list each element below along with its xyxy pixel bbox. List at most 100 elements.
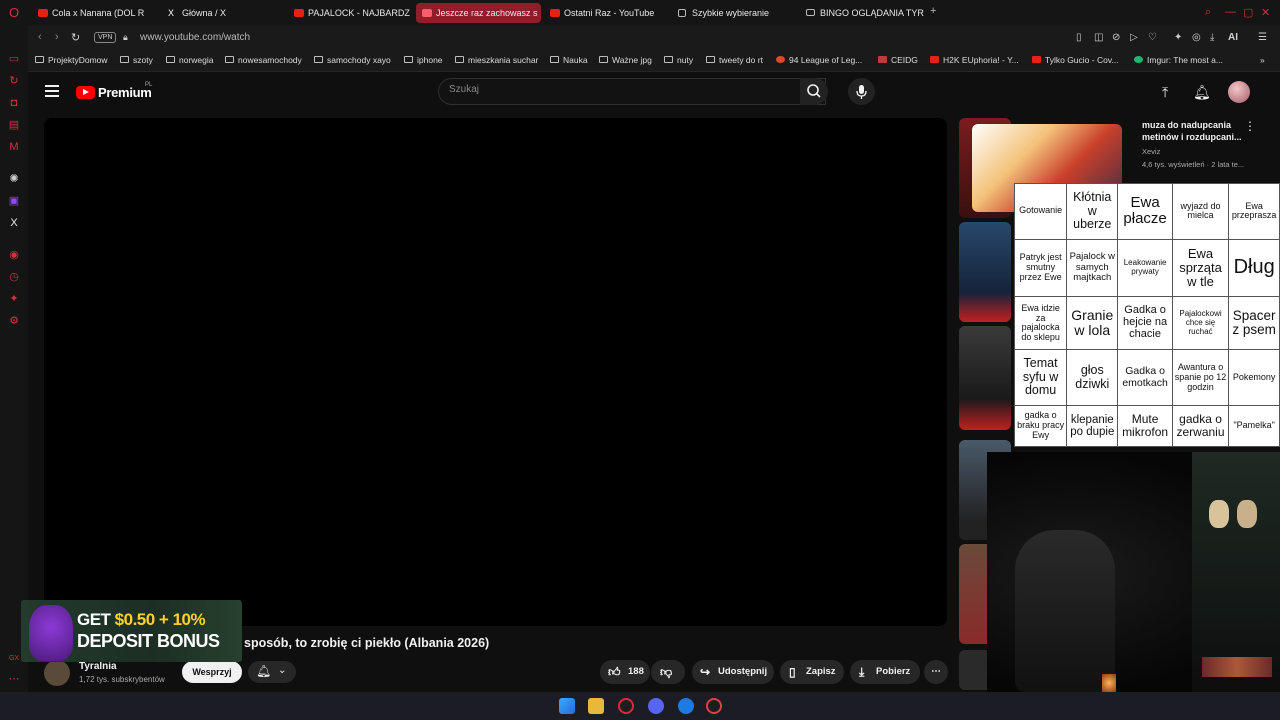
minimize-icon[interactable]: —: [1225, 6, 1236, 18]
tab-bingo[interactable]: BINGO OGLĄDANIA TYRA: [800, 3, 924, 23]
tab-cola-nanana[interactable]: Cola x Nanana (DOL R: [32, 3, 156, 23]
search-tabs-icon[interactable]: ⌕: [1205, 6, 1211, 19]
sidebar-more-icon[interactable]: ⋯: [7, 672, 21, 686]
back-icon[interactable]: ‹: [38, 31, 42, 43]
recommendation-channel[interactable]: Xeviz: [1142, 147, 1160, 156]
video-player[interactable]: [44, 118, 947, 626]
bookmark-nauka[interactable]: Nauka: [550, 55, 588, 65]
bingo-cell: Pajalockowi chce się ruchać: [1171, 296, 1230, 351]
recommendation-thumbnail[interactable]: [959, 326, 1011, 430]
reload-icon[interactable]: ↻: [71, 31, 80, 44]
new-tab-icon[interactable]: +: [930, 5, 936, 17]
tab-glowna-x[interactable]: X Główna / X: [162, 3, 282, 23]
sidebar-settings-icon[interactable]: ⚙: [7, 314, 21, 328]
tab-ostatni-raz[interactable]: Ostatni Raz - YouTube: [544, 3, 668, 23]
save-button[interactable]: ▯ Zapisz: [780, 660, 844, 684]
bookmark-szoty[interactable]: szoty: [120, 55, 153, 65]
sidebar-m-icon[interactable]: M: [7, 140, 21, 154]
tab-pajalock[interactable]: PAJALOCK - NAJBARDZI: [288, 3, 410, 23]
vpn-badge[interactable]: VPN: [94, 32, 117, 43]
aria-ai-button[interactable]: AI: [1228, 32, 1238, 43]
bingo-cell: gadka o braku pracy Ewy: [1013, 404, 1068, 448]
close-icon[interactable]: ✕: [1261, 6, 1270, 19]
sidebar-refresh-icon[interactable]: ↻: [7, 74, 21, 88]
player-icon[interactable]: ▷: [1130, 32, 1138, 43]
heart-icon[interactable]: ♡: [1148, 32, 1157, 43]
dislike-button[interactable]: 👎︎: [651, 660, 685, 684]
opera-logo-icon[interactable]: O: [7, 6, 21, 20]
ad-get-text: GET: [77, 610, 115, 629]
bookmark-norwegia[interactable]: norwegia: [166, 55, 214, 65]
bookmark-imgur[interactable]: Imgur: The most a...: [1134, 55, 1223, 65]
bingo-cell: Ewa przeprasza: [1228, 183, 1280, 240]
bookmark-tylko-gucio[interactable]: Tylko Gucio - Cov...: [1032, 55, 1119, 65]
sidebar-mail-icon[interactable]: ▭: [7, 52, 21, 66]
bingo-cell: gadka o zerwaniu: [1171, 404, 1230, 448]
messenger-icon[interactable]: [678, 698, 694, 714]
upload-icon[interactable]: ⤒: [1162, 84, 1168, 101]
sidebar-extensions-icon[interactable]: ✦: [7, 292, 21, 306]
channel-name[interactable]: Tyralnia: [79, 661, 117, 672]
extensions-icon[interactable]: ✦: [1174, 32, 1182, 43]
adblock-icon[interactable]: ⊘: [1112, 32, 1120, 43]
bingo-cell: głos dziwki: [1066, 349, 1119, 406]
download-button[interactable]: ⤓ Pobierz: [850, 660, 920, 684]
search-button[interactable]: [800, 78, 828, 105]
channel-avatar[interactable]: [44, 660, 70, 686]
support-button[interactable]: Wesprzyj: [182, 661, 242, 683]
discord-icon[interactable]: [648, 698, 664, 714]
bookmark-ceidg[interactable]: CEIDG: [878, 55, 918, 65]
bingo-row: Temat syfu w domu głos dziwki Gadka o em…: [1013, 349, 1280, 406]
sidebar-history-icon[interactable]: ◷: [7, 270, 21, 284]
url-field[interactable]: www.youtube.com/watch: [140, 32, 250, 43]
bookmark-projektydomow[interactable]: ProjektyDomow: [35, 55, 108, 65]
subscription-bell-button[interactable]: 🔔︎ ⌄: [248, 661, 296, 683]
logo-text: Premium: [98, 85, 152, 100]
lego-set-image: [1202, 657, 1272, 677]
bookmark-wazne-jpg[interactable]: Ważne jpg: [599, 55, 652, 65]
sidebar-chatgpt-icon[interactable]: ✺: [7, 172, 21, 186]
recommendation-menu-icon[interactable]: ⋮: [1244, 119, 1256, 133]
share-button[interactable]: ↪ Udostępnij: [692, 660, 774, 684]
forward-icon[interactable]: ›: [55, 31, 59, 43]
voice-search-button[interactable]: [848, 78, 875, 105]
sidebar-twitch-icon[interactable]: ▣: [7, 194, 21, 208]
more-actions-button[interactable]: ⋯: [924, 660, 948, 684]
windows-start-icon[interactable]: [559, 698, 575, 714]
sidebar-x-icon[interactable]: X: [7, 216, 21, 230]
bookmark-league[interactable]: 94 League of Leg...: [776, 55, 862, 65]
sidebar-player-icon[interactable]: ◉: [7, 248, 21, 262]
account-avatar[interactable]: [1228, 81, 1250, 103]
recommendation-thumbnail[interactable]: [959, 222, 1011, 322]
profile-icon[interactable]: ◎: [1192, 32, 1201, 43]
casino-ad-banner[interactable]: GET $0.50 + 10% DEPOSIT BONUS: [21, 600, 242, 662]
app-icon[interactable]: [706, 698, 722, 714]
like-button[interactable]: 👍︎ 188: [600, 660, 650, 684]
recommendation-title[interactable]: muza do nadupcania metinów i rozdupcani.…: [1142, 119, 1242, 143]
bookmark-h2k[interactable]: H2K EUphoria! - Y...: [930, 55, 1019, 65]
bookmark-tweety-do-rt[interactable]: tweety do rt: [706, 55, 763, 65]
sidebar-gx-icon[interactable]: GX: [7, 652, 21, 666]
menu-icon[interactable]: [45, 85, 59, 97]
maximize-icon[interactable]: ▢: [1243, 6, 1253, 19]
bookmark-iphone[interactable]: iphone: [404, 55, 443, 65]
bookmark-icon[interactable]: ▯: [1076, 32, 1082, 43]
youtube-premium-logo[interactable]: Premium PL: [76, 82, 152, 103]
tab-jeszcze-raz[interactable]: Jeszcze raz zachowasz s: [416, 3, 541, 23]
notifications-bell-icon[interactable]: 🔔︎: [1193, 84, 1211, 101]
search-input[interactable]: Szukaj: [438, 78, 826, 105]
sidebar-news-icon[interactable]: ▤: [7, 118, 21, 132]
easy-setup-icon[interactable]: ☰: [1258, 32, 1267, 43]
file-explorer-icon[interactable]: [588, 698, 604, 714]
snapshot-icon[interactable]: ◫: [1094, 32, 1103, 43]
opera-gx-icon[interactable]: [618, 698, 634, 714]
download-icon[interactable]: ⤓: [1210, 32, 1214, 43]
bookmarks-overflow-icon[interactable]: »: [1260, 55, 1265, 65]
tab-speed-dial[interactable]: Szybkie wybieranie: [672, 3, 796, 23]
bookmark-nowesamochody[interactable]: nowesamochody: [225, 55, 302, 65]
lock-icon[interactable]: 🔒︎: [123, 32, 128, 43]
bookmark-nuty[interactable]: nuty: [664, 55, 693, 65]
bookmark-mieszkania-suchar[interactable]: mieszkania suchar: [455, 55, 538, 65]
bookmark-samochody-xayo[interactable]: samochody xayo: [314, 55, 391, 65]
sidebar-bag-icon[interactable]: ◘: [7, 96, 21, 110]
